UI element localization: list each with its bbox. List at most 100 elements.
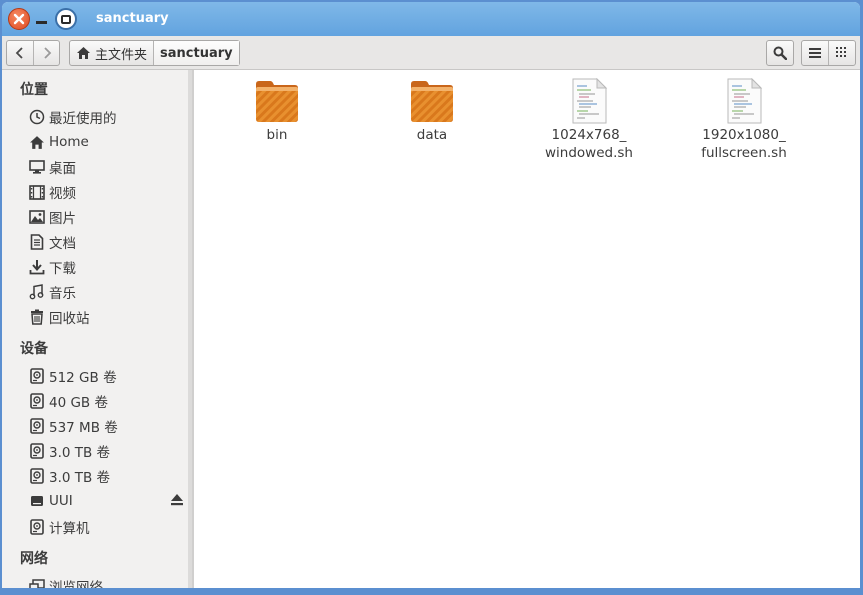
view-mode-buttons xyxy=(801,40,856,66)
sidebar: 位置 最近使用的 Home 桌面 视频 图片 文档 下载 音乐 回收站 设备 5… xyxy=(2,70,192,588)
file-name: 1024x768_ windowed.sh xyxy=(545,126,633,162)
clock-icon xyxy=(28,109,45,126)
toolbar: 主文件夹 sanctuary xyxy=(2,36,860,70)
eject-icon xyxy=(171,494,183,506)
file-name: data xyxy=(416,127,448,143)
sidebar-item-label: 图片 xyxy=(49,211,76,227)
file-item-data[interactable]: data xyxy=(367,78,497,144)
download-icon xyxy=(28,259,45,276)
list-view-icon xyxy=(809,48,822,58)
maximize-icon xyxy=(61,14,71,24)
picture-icon xyxy=(28,209,45,226)
sidebar-item-label: 512 GB 卷 xyxy=(49,370,117,386)
home-icon xyxy=(28,134,45,151)
drive-icon xyxy=(28,368,45,385)
sidebar-item-uui[interactable]: UUI xyxy=(28,490,73,512)
places-header: 位置 xyxy=(20,82,48,98)
file-item-bin[interactable]: bin xyxy=(212,78,342,144)
sidebar-item-trash[interactable]: 回收站 xyxy=(28,306,90,328)
breadcrumb-home-label: 主文件夹 xyxy=(95,47,148,63)
grid-view-icon xyxy=(836,47,847,57)
file-name-line: 1024x768_ xyxy=(551,127,627,143)
drive-icon xyxy=(28,393,45,410)
sidebar-item-label: 回收站 xyxy=(49,311,90,327)
network-header: 网络 xyxy=(20,551,48,567)
sidebar-item-computer[interactable]: 计算机 xyxy=(28,516,90,538)
sidebar-item-label: 视频 xyxy=(49,186,76,202)
removable-drive-icon xyxy=(28,493,45,510)
forward-button[interactable] xyxy=(33,41,59,65)
sidebar-item-volume-3tb-a[interactable]: 3.0 TB 卷 xyxy=(28,440,110,462)
sidebar-item-recent[interactable]: 最近使用的 xyxy=(28,106,117,128)
sidebar-item-label: 下载 xyxy=(49,261,76,277)
sidebar-item-documents[interactable]: 文档 xyxy=(28,231,76,253)
trash-icon xyxy=(28,309,45,326)
sidebar-item-label: 40 GB 卷 xyxy=(49,395,108,411)
sidebar-item-videos[interactable]: 视频 xyxy=(28,181,76,203)
navigation-buttons xyxy=(6,40,60,66)
shell-script-icon xyxy=(727,78,763,124)
drive-icon xyxy=(28,443,45,460)
sidebar-item-browse-network[interactable]: 浏览网络 xyxy=(28,575,103,588)
eject-button[interactable] xyxy=(170,493,184,510)
drive-icon xyxy=(28,418,45,435)
sidebar-item-volume-537mb[interactable]: 537 MB 卷 xyxy=(28,415,118,437)
search-icon xyxy=(773,46,787,60)
sidebar-item-label: Home xyxy=(49,134,89,150)
folder-icon xyxy=(411,81,453,122)
sidebar-item-downloads[interactable]: 下载 xyxy=(28,256,76,278)
video-icon xyxy=(28,184,45,201)
sidebar-item-label: 桌面 xyxy=(49,161,76,177)
sidebar-item-label: UUI xyxy=(49,493,73,509)
sidebar-item-volume-512gb[interactable]: 512 GB 卷 xyxy=(28,365,117,387)
search-button[interactable] xyxy=(766,40,794,66)
maximize-button[interactable] xyxy=(55,8,77,30)
sidebar-item-label: 音乐 xyxy=(49,286,76,302)
window-title: sanctuary xyxy=(96,11,169,26)
sidebar-item-label: 文档 xyxy=(49,236,76,252)
file-item-fullscreen-script[interactable]: 1920x1080_ fullscreen.sh xyxy=(679,78,809,162)
home-icon xyxy=(77,47,90,59)
sidebar-item-label: 浏览网络 xyxy=(49,580,103,588)
file-name-line: fullscreen.sh xyxy=(701,145,787,161)
file-name-line: 1920x1080_ xyxy=(702,127,786,143)
file-manager-window: sanctuary 主文件夹 sanctuary 位置 最近使用的 Home 桌… xyxy=(2,2,860,588)
desktop-background xyxy=(0,588,863,595)
network-icon xyxy=(28,578,45,588)
minimize-icon xyxy=(36,21,47,24)
document-icon xyxy=(28,234,45,251)
sidebar-item-label: 3.0 TB 卷 xyxy=(49,470,111,486)
drive-icon xyxy=(28,468,45,485)
desktop-icon xyxy=(28,159,45,176)
sidebar-item-desktop[interactable]: 桌面 xyxy=(28,156,76,178)
file-name: bin xyxy=(266,127,288,143)
sidebar-item-pictures[interactable]: 图片 xyxy=(28,206,76,228)
sidebar-item-music[interactable]: 音乐 xyxy=(28,281,76,303)
sidebar-item-volume-40gb[interactable]: 40 GB 卷 xyxy=(28,390,108,412)
file-name: 1920x1080_ fullscreen.sh xyxy=(701,126,787,162)
sidebar-item-label: 3.0 TB 卷 xyxy=(49,445,111,461)
breadcrumb: 主文件夹 sanctuary xyxy=(69,40,240,66)
sidebar-item-label: 计算机 xyxy=(49,521,90,537)
sidebar-item-home[interactable]: Home xyxy=(28,131,89,153)
folder-icon xyxy=(256,81,298,122)
list-view-button[interactable] xyxy=(802,41,828,65)
close-button[interactable] xyxy=(8,8,30,30)
file-view: bin data 1024x768_ windowed.sh 1920x1080… xyxy=(194,70,860,588)
sidebar-item-volume-3tb-b[interactable]: 3.0 TB 卷 xyxy=(28,465,110,487)
breadcrumb-home[interactable]: 主文件夹 xyxy=(70,41,153,65)
minimize-button[interactable] xyxy=(36,8,50,30)
breadcrumb-current-label: sanctuary xyxy=(160,45,233,61)
shell-script-icon xyxy=(572,78,608,124)
sidebar-item-label: 537 MB 卷 xyxy=(49,420,118,436)
title-bar[interactable]: sanctuary xyxy=(2,2,860,36)
file-name-line: windowed.sh xyxy=(545,145,633,161)
sidebar-item-label: 最近使用的 xyxy=(49,111,117,127)
chevron-left-icon xyxy=(15,47,23,59)
chevron-right-icon xyxy=(43,47,51,59)
grid-view-button[interactable] xyxy=(828,41,855,65)
file-item-windowed-script[interactable]: 1024x768_ windowed.sh xyxy=(524,78,654,162)
back-button[interactable] xyxy=(7,41,33,65)
breadcrumb-sanctuary[interactable]: sanctuary xyxy=(153,41,239,65)
computer-drive-icon xyxy=(28,519,45,536)
